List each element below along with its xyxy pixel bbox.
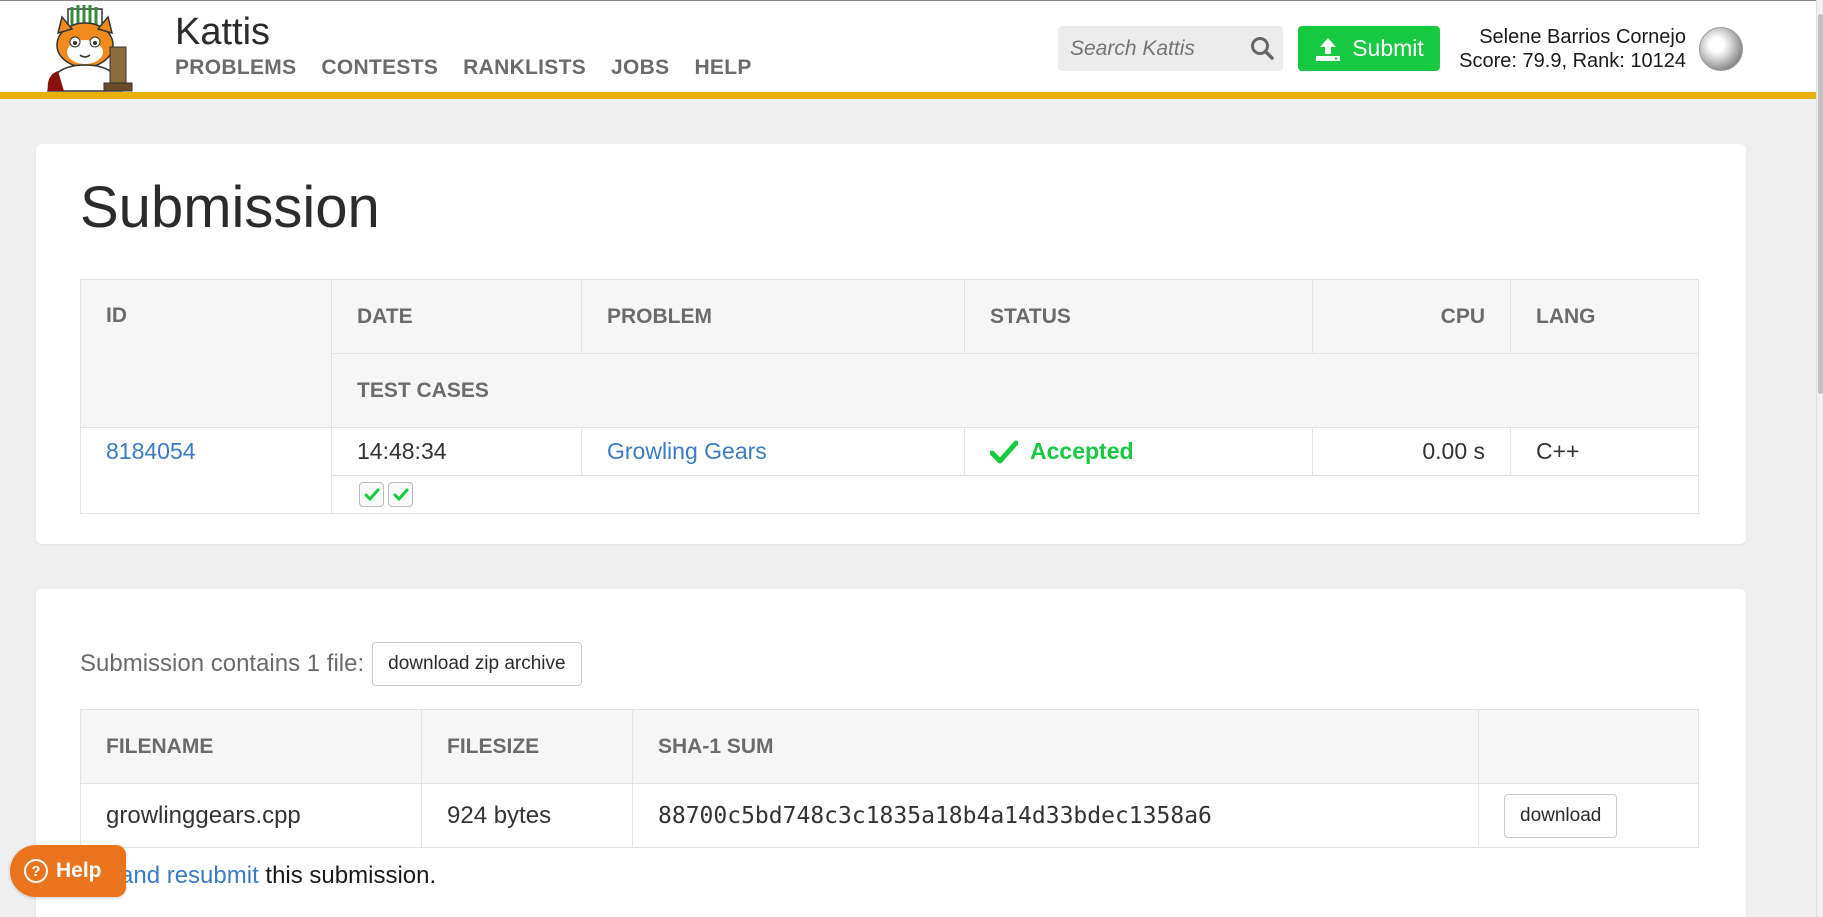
nav-jobs[interactable]: JOBS xyxy=(611,56,669,80)
upload-icon xyxy=(1316,37,1341,61)
test-case-list xyxy=(357,482,1673,507)
files-table: FILENAME FILESIZE SHA-1 SUM growlinggear… xyxy=(80,709,1699,848)
top-bar: Kattis PROBLEMS CONTESTS RANKLISTS JOBS … xyxy=(0,0,1816,99)
cell-date: 14:48:34 xyxy=(331,427,582,476)
submit-button[interactable]: Submit xyxy=(1298,26,1440,71)
user-info[interactable]: Selene Barrios Cornejo Score: 79.9, Rank… xyxy=(1452,25,1686,73)
col-lang: LANG xyxy=(1510,279,1699,354)
col-cpu: CPU xyxy=(1312,279,1511,354)
scrollbar-thumb[interactable] xyxy=(1818,14,1823,394)
cell-sha1: 88700c5bd748c3c1835a18b4a14d33bdec1358a6 xyxy=(632,783,1479,848)
cell-cpu: 0.00 s xyxy=(1312,427,1511,476)
main-nav: PROBLEMS CONTESTS RANKLISTS JOBS HELP xyxy=(175,56,752,80)
col-date: DATE xyxy=(331,279,582,354)
brand-name[interactable]: Kattis xyxy=(175,11,270,54)
cell-problem: Growling Gears xyxy=(581,427,965,476)
col-filename: FILENAME xyxy=(80,709,422,784)
files-header-row: FILENAME FILESIZE SHA-1 SUM xyxy=(80,709,1699,784)
submit-label: Submit xyxy=(1352,35,1424,61)
check-icon xyxy=(990,440,1018,463)
files-heading: Submission contains 1 file: download zip… xyxy=(80,642,582,686)
cell-filename: growlinggears.cpp xyxy=(106,801,301,829)
download-file-button[interactable]: download xyxy=(1504,793,1618,838)
help-widget-button[interactable]: ? Help xyxy=(10,845,126,897)
header-row: ID DATE PROBLEM STATUS CPU LANG xyxy=(80,279,1699,428)
table-row: growlinggears.cpp 924 bytes 88700c5bd748… xyxy=(81,783,1699,848)
resubmit-line: and resubmit this submission. xyxy=(120,862,436,890)
col-problem: PROBLEM xyxy=(581,279,965,354)
files-heading-text: Submission contains 1 file: xyxy=(80,650,365,677)
page-title: Submission xyxy=(80,175,380,240)
search-box xyxy=(1058,26,1283,71)
col-test-cases: TEST CASES xyxy=(331,353,1699,428)
submission-card: Submission ID DATE PROBLEM STATUS CPU LA… xyxy=(36,144,1746,544)
cell-test-cases xyxy=(331,475,1699,514)
problem-link[interactable]: Growling Gears xyxy=(607,438,767,464)
download-zip-button[interactable]: download zip archive xyxy=(372,642,582,686)
kattis-logo-icon[interactable] xyxy=(38,5,156,93)
nav-contests[interactable]: CONTESTS xyxy=(321,56,438,80)
submission-table: ID DATE PROBLEM STATUS CPU LANG TEST CAS… xyxy=(80,279,1699,514)
col-filesize: FILESIZE xyxy=(421,709,633,784)
nav-help[interactable]: HELP xyxy=(694,56,751,80)
submission-id-link[interactable]: 8184054 xyxy=(106,438,196,464)
cell-actions: download xyxy=(1478,783,1699,848)
test-case-passed-icon[interactable] xyxy=(388,482,413,507)
nav-ranklists[interactable]: RANKLISTS xyxy=(463,56,586,80)
col-id: ID xyxy=(80,279,332,428)
cell-filesize: 924 bytes xyxy=(421,783,633,848)
col-sha1: SHA-1 SUM xyxy=(632,709,1479,784)
test-case-passed-icon[interactable] xyxy=(359,482,384,507)
resubmit-text: this submission. xyxy=(258,862,437,889)
nav-problems[interactable]: PROBLEMS xyxy=(175,56,296,80)
help-icon: ? xyxy=(24,859,48,883)
user-name[interactable]: Selene Barrios Cornejo xyxy=(1452,25,1686,49)
status-text: Accepted xyxy=(1030,438,1134,464)
col-status: STATUS xyxy=(964,279,1313,354)
col-actions xyxy=(1478,709,1699,784)
table-row: 8184054 14:48:34 Growling Gears Accepted… xyxy=(80,427,1699,514)
cell-lang: C++ xyxy=(1510,427,1699,476)
help-label: Help xyxy=(56,859,102,882)
search-icon[interactable] xyxy=(1249,35,1275,61)
user-score: Score: 79.9, Rank: 10124 xyxy=(1459,50,1686,72)
search-input[interactable] xyxy=(1058,36,1238,61)
resubmit-link[interactable]: and resubmit xyxy=(120,862,259,889)
cell-status: Accepted xyxy=(964,427,1313,476)
status-badge: Accepted xyxy=(990,438,1287,465)
scrollbar[interactable] xyxy=(1816,0,1823,917)
cell-id: 8184054 xyxy=(80,427,332,514)
avatar[interactable] xyxy=(1699,27,1743,71)
